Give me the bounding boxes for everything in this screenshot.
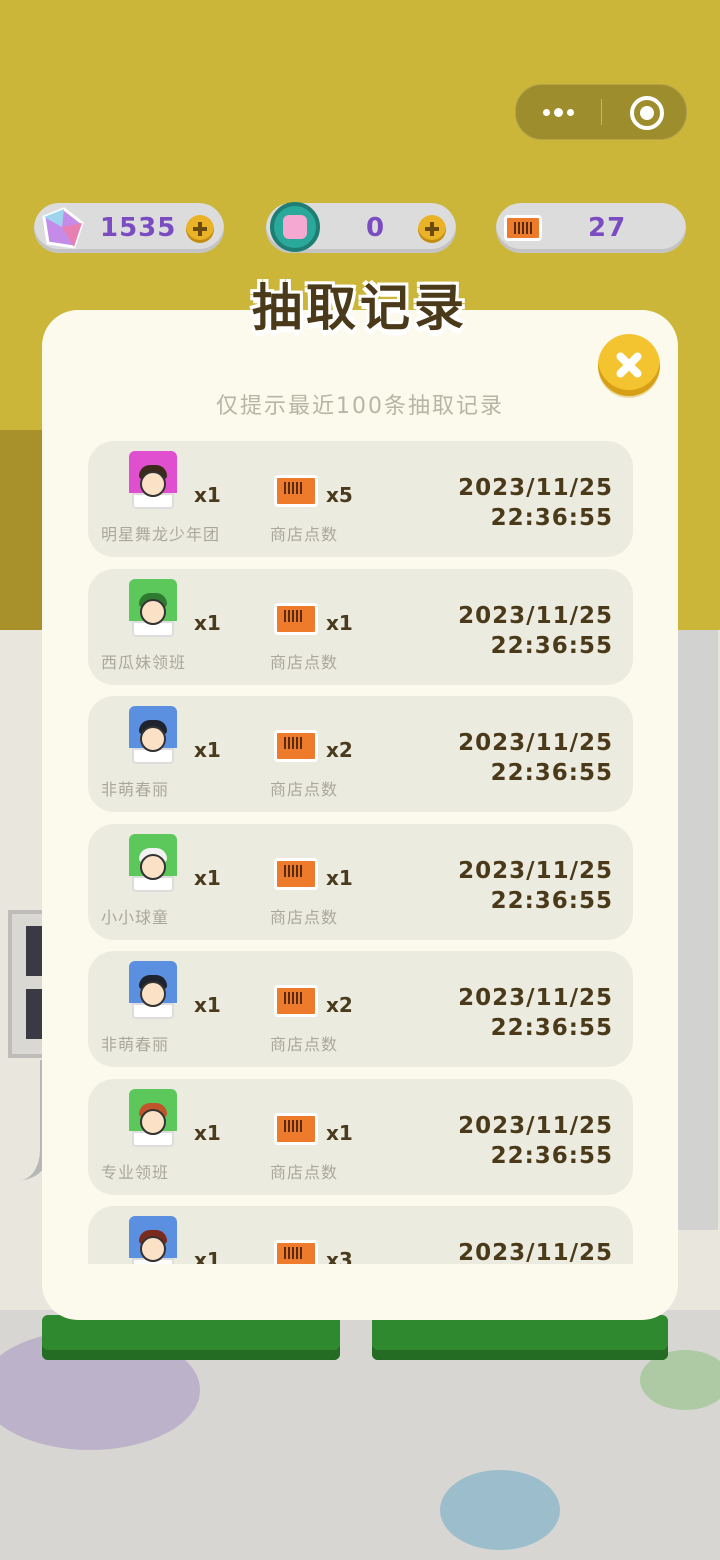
ticket-icon bbox=[274, 730, 318, 762]
crown-currency-pill: 0 bbox=[266, 202, 456, 253]
record-limit-hint: 仅提示最近100条抽取记录 bbox=[216, 394, 504, 419]
item-name: 非萌春丽 bbox=[101, 1035, 170, 1054]
ticket-icon bbox=[274, 475, 318, 507]
record-date: 2023/11/25 bbox=[458, 1240, 613, 1264]
record-time: 22:36:55 bbox=[490, 760, 613, 786]
character-card-icon bbox=[129, 1216, 177, 1264]
item-name: 西瓜妹领班 bbox=[101, 652, 187, 672]
ticket-icon bbox=[504, 215, 542, 241]
record-row: x1 西瓜妹领班 x1 商店点数 2023/11/25 22:36:55 bbox=[88, 568, 633, 685]
record-row: x1 小小球童 x1 商店点数 2023/11/25 22:36:55 bbox=[88, 823, 633, 940]
record-list[interactable]: x1 明星舞龙少年团 x5 商店点数 2023/11/25 22:36:55 x… bbox=[88, 441, 633, 1264]
reward-name: 商店点数 bbox=[270, 1162, 339, 1182]
capsule-divider bbox=[601, 99, 602, 125]
record-timestamp: 2023/11/25 22:36:55 bbox=[458, 601, 613, 661]
record-time: 22:36:55 bbox=[490, 887, 613, 914]
record-timestamp: 2023/11/25 22:36:55 bbox=[458, 473, 613, 533]
paint-splat bbox=[440, 1470, 560, 1550]
record-time: 22:36:55 bbox=[490, 1142, 613, 1169]
ticket-icon bbox=[274, 1112, 318, 1145]
record-row: x1 专业领班 x1 商店点数 2023/11/25 22:36:55 bbox=[88, 1078, 633, 1195]
reward-name: 商店点数 bbox=[270, 780, 339, 799]
item-quantity: x1 bbox=[194, 1248, 221, 1264]
ticket-currency-pill: 27 bbox=[496, 203, 686, 253]
background-rail bbox=[678, 630, 718, 1230]
record-date: 2023/11/25 bbox=[458, 857, 613, 884]
add-crowns-button[interactable] bbox=[418, 215, 446, 243]
add-gems-button[interactable] bbox=[186, 215, 214, 243]
ticket-icon bbox=[274, 985, 318, 1017]
green-platform-left bbox=[42, 1315, 340, 1360]
reward-name: 商店点数 bbox=[270, 907, 339, 927]
ticket-icon bbox=[274, 602, 318, 635]
crown-count: 0 bbox=[366, 213, 386, 243]
character-card-icon bbox=[129, 451, 177, 511]
character-card-icon bbox=[129, 706, 177, 766]
modal-title: 抽取记录 bbox=[252, 279, 468, 337]
character-card-icon bbox=[129, 1088, 177, 1149]
target-icon[interactable] bbox=[630, 96, 664, 130]
reward-quantity: x2 bbox=[326, 738, 353, 762]
item-name: 小小球童 bbox=[101, 907, 170, 927]
record-date: 2023/11/25 bbox=[458, 475, 613, 501]
ticket-count: 27 bbox=[588, 213, 627, 243]
reward-name: 商店点数 bbox=[270, 652, 339, 672]
item-quantity: x1 bbox=[194, 738, 221, 762]
record-date: 2023/11/25 bbox=[458, 1112, 613, 1139]
reward-quantity: x3 bbox=[326, 1248, 353, 1264]
item-name: 专业领班 bbox=[101, 1162, 170, 1182]
item-quantity: x1 bbox=[194, 1120, 221, 1145]
close-icon[interactable] bbox=[598, 334, 660, 396]
green-platform-right bbox=[372, 1315, 668, 1360]
gem-icon bbox=[42, 207, 84, 249]
record-timestamp: 2023/11/25 bbox=[458, 1238, 613, 1264]
item-quantity: x1 bbox=[194, 610, 221, 635]
reward-quantity: x1 bbox=[326, 1120, 353, 1145]
reward-quantity: x5 bbox=[326, 483, 353, 507]
record-row: x1 明星舞龙少年团 x5 商店点数 2023/11/25 22:36:55 bbox=[88, 441, 633, 557]
item-name: 明星舞龙少年团 bbox=[101, 525, 221, 544]
miniprogram-capsule bbox=[515, 84, 687, 140]
character-card-icon bbox=[129, 578, 177, 639]
reward-quantity: x1 bbox=[326, 610, 353, 635]
item-quantity: x1 bbox=[194, 993, 221, 1017]
record-time: 22:36:55 bbox=[490, 1015, 613, 1041]
record-row: x1 非萌春丽 x2 商店点数 2023/11/25 22:36:55 bbox=[88, 951, 633, 1067]
ticket-icon bbox=[274, 1240, 318, 1264]
record-time: 22:36:55 bbox=[490, 632, 613, 659]
record-timestamp: 2023/11/25 22:36:55 bbox=[458, 983, 613, 1043]
record-row: x1 x3 2023/11/25 bbox=[88, 1206, 633, 1264]
reward-name: 商店点数 bbox=[270, 1035, 339, 1054]
more-dots-icon[interactable] bbox=[516, 85, 601, 139]
character-card-icon bbox=[129, 833, 177, 894]
record-date: 2023/11/25 bbox=[458, 602, 613, 629]
item-name: 非萌春丽 bbox=[101, 780, 170, 799]
reward-quantity: x2 bbox=[326, 993, 353, 1017]
gem-currency-pill: 1535 bbox=[34, 203, 224, 253]
character-card-icon bbox=[129, 961, 177, 1021]
item-quantity: x1 bbox=[194, 865, 221, 890]
reward-quantity: x1 bbox=[326, 865, 353, 890]
record-time: 22:36:55 bbox=[490, 505, 613, 531]
record-date: 2023/11/25 bbox=[458, 985, 613, 1011]
record-timestamp: 2023/11/25 22:36:55 bbox=[458, 728, 613, 788]
ticket-icon bbox=[274, 857, 318, 890]
record-row: x1 非萌春丽 x2 商店点数 2023/11/25 22:36:55 bbox=[88, 696, 633, 812]
crown-badge-icon bbox=[270, 202, 320, 252]
item-quantity: x1 bbox=[194, 483, 221, 507]
record-timestamp: 2023/11/25 22:36:55 bbox=[458, 1111, 613, 1171]
gem-count: 1535 bbox=[100, 213, 177, 243]
record-timestamp: 2023/11/25 22:36:55 bbox=[458, 856, 613, 916]
reward-name: 商店点数 bbox=[270, 525, 339, 544]
record-date: 2023/11/25 bbox=[458, 730, 613, 756]
